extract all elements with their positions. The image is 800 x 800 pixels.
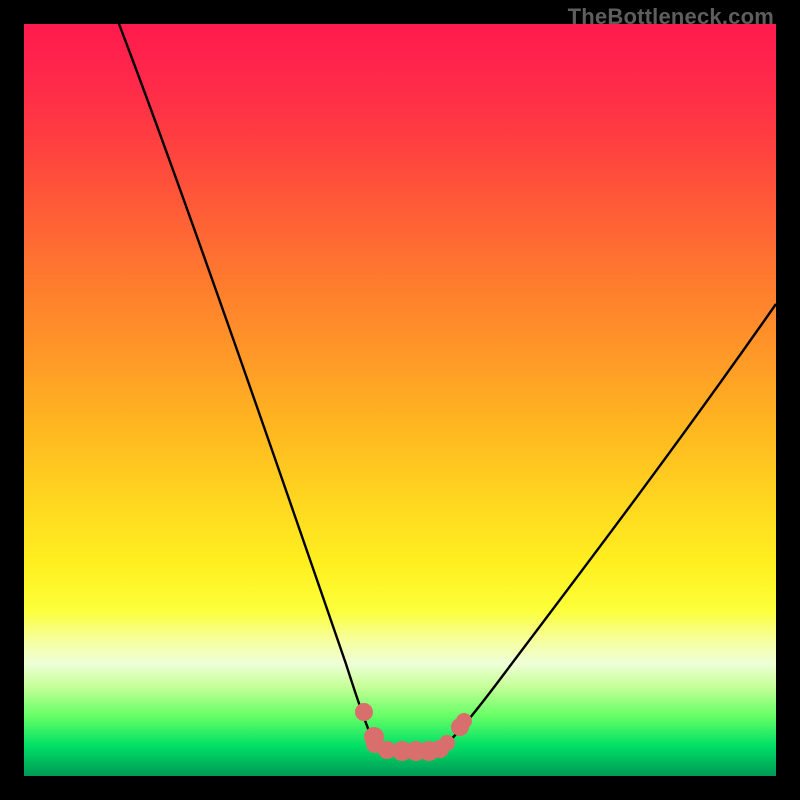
marker-dot: [355, 703, 373, 721]
marker-dot: [439, 735, 455, 751]
chart-frame: TheBottleneck.com: [0, 0, 800, 800]
plot-area: [24, 24, 776, 776]
bottleneck-curve: [119, 24, 776, 752]
highlight-markers: [355, 703, 472, 761]
chart-svg: [24, 24, 776, 776]
marker-dot: [456, 713, 472, 729]
